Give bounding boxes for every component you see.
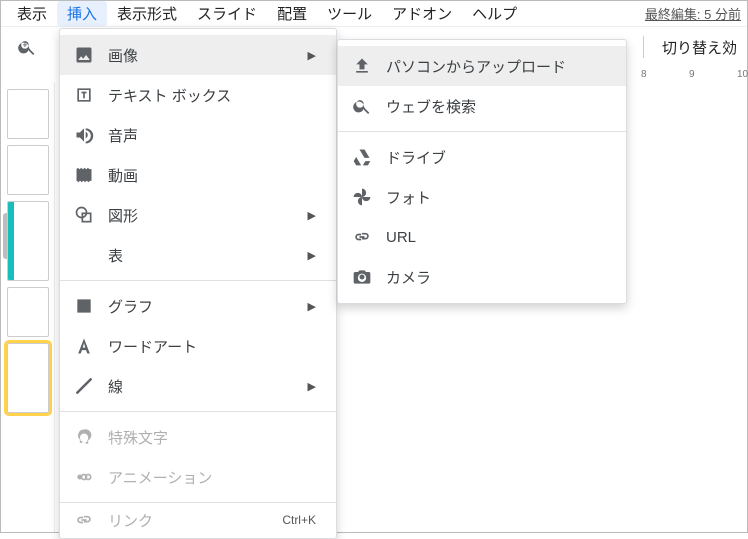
- chevron-right-icon: ▶: [308, 249, 316, 262]
- ruler-tick: 9: [689, 69, 695, 80]
- menubar: 表示 挿入 表示形式 スライド 配置 ツール アドオン ヘルプ 最終編集: 5 …: [1, 1, 747, 27]
- zoom-icon[interactable]: [17, 37, 37, 57]
- menu-separator: [60, 280, 336, 281]
- menu-slide[interactable]: スライド: [187, 1, 267, 26]
- insert-special-chars: 特殊文字: [60, 417, 336, 457]
- menu-label: フォト: [386, 187, 431, 208]
- upload-icon: [352, 56, 372, 76]
- menu-separator: [338, 131, 626, 132]
- shortcut-label: Ctrl+K: [282, 513, 316, 527]
- menu-label: グラフ: [108, 296, 153, 317]
- audio-icon: [74, 125, 94, 145]
- insert-line[interactable]: 線 ▶: [60, 366, 336, 406]
- video-icon: [74, 165, 94, 185]
- menu-label: 表: [108, 245, 123, 266]
- menu-label: パソコンからアップロード: [386, 56, 566, 77]
- by-url[interactable]: URL: [338, 217, 626, 257]
- shape-icon: [74, 205, 94, 225]
- insert-audio[interactable]: 音声: [60, 115, 336, 155]
- menu-label: 特殊文字: [108, 427, 168, 448]
- menu-addons[interactable]: アドオン: [382, 1, 462, 26]
- menu-label: URL: [386, 229, 416, 246]
- url-icon: [352, 227, 372, 247]
- menu-insert[interactable]: 挿入: [57, 1, 107, 26]
- toolbar-divider: [643, 36, 644, 58]
- menu-arrange[interactable]: 配置: [267, 1, 317, 26]
- chevron-right-icon: ▶: [308, 300, 316, 313]
- from-photos[interactable]: フォト: [338, 177, 626, 217]
- menu-label: ドライブ: [386, 147, 446, 168]
- chart-icon: [74, 296, 94, 316]
- menu-label: 音声: [108, 125, 138, 146]
- search-web[interactable]: ウェブを検索: [338, 86, 626, 126]
- menu-label: リンク: [108, 510, 153, 531]
- photos-icon: [352, 187, 372, 207]
- menu-view[interactable]: 表示: [7, 1, 57, 26]
- menu-label: 線: [108, 376, 123, 397]
- menu-label: テキスト ボックス: [108, 85, 231, 106]
- insert-wordart[interactable]: ワードアート: [60, 326, 336, 366]
- textbox-icon: [74, 85, 94, 105]
- menu-separator: [60, 502, 336, 503]
- menu-separator: [60, 411, 336, 412]
- insert-image[interactable]: 画像 ▶: [60, 35, 336, 75]
- menu-help[interactable]: ヘルプ: [462, 1, 527, 26]
- menu-tools[interactable]: ツール: [317, 1, 382, 26]
- insert-animation: アニメーション: [60, 457, 336, 497]
- specialchar-icon: [74, 427, 94, 447]
- from-drive[interactable]: ドライブ: [338, 137, 626, 177]
- menu-format[interactable]: 表示形式: [107, 1, 187, 26]
- image-icon: [74, 45, 94, 65]
- slide-thumbnail[interactable]: [7, 145, 49, 195]
- slide-thumbnail[interactable]: [7, 89, 49, 139]
- insert-menu: 画像 ▶ テキスト ボックス 音声 動画 図形 ▶ 表 ▶ グラフ ▶ ワードア…: [59, 28, 337, 539]
- camera-icon: [352, 267, 372, 287]
- menu-label: カメラ: [386, 267, 431, 288]
- link-icon: [74, 510, 94, 530]
- wordart-icon: [74, 336, 94, 356]
- menu-label: アニメーション: [108, 467, 212, 488]
- menu-label: ワードアート: [108, 336, 197, 357]
- last-edit-label[interactable]: 最終編集: 5 分前: [645, 4, 741, 23]
- insert-video[interactable]: 動画: [60, 155, 336, 195]
- transition-button[interactable]: 切り替え効: [662, 37, 737, 58]
- insert-link: リンク Ctrl+K: [60, 508, 336, 532]
- ruler-tick: 10: [737, 69, 748, 80]
- menu-label: 図形: [108, 205, 138, 226]
- upload-from-computer[interactable]: パソコンからアップロード: [338, 46, 626, 86]
- insert-textbox[interactable]: テキスト ボックス: [60, 75, 336, 115]
- menu-label: ウェブを検索: [386, 96, 476, 117]
- insert-shape[interactable]: 図形 ▶: [60, 195, 336, 235]
- chevron-right-icon: ▶: [308, 49, 316, 62]
- slide-panel: [1, 83, 55, 532]
- ruler-tick: 8: [641, 69, 647, 80]
- slide-thumbnail[interactable]: [7, 287, 49, 337]
- from-camera[interactable]: カメラ: [338, 257, 626, 297]
- menu-label: 動画: [108, 165, 138, 186]
- slide-thumbnail[interactable]: [7, 201, 49, 281]
- line-icon: [74, 376, 94, 396]
- animation-icon: [74, 467, 94, 487]
- drive-icon: [352, 147, 372, 167]
- insert-chart[interactable]: グラフ ▶: [60, 286, 336, 326]
- search-icon: [352, 96, 372, 116]
- slide-thumbnail[interactable]: [7, 343, 49, 413]
- chevron-right-icon: ▶: [308, 209, 316, 222]
- menu-label: 画像: [108, 45, 138, 66]
- image-submenu: パソコンからアップロード ウェブを検索 ドライブ フォト URL カメラ: [337, 39, 627, 304]
- chevron-right-icon: ▶: [308, 380, 316, 393]
- insert-table[interactable]: 表 ▶: [60, 235, 336, 275]
